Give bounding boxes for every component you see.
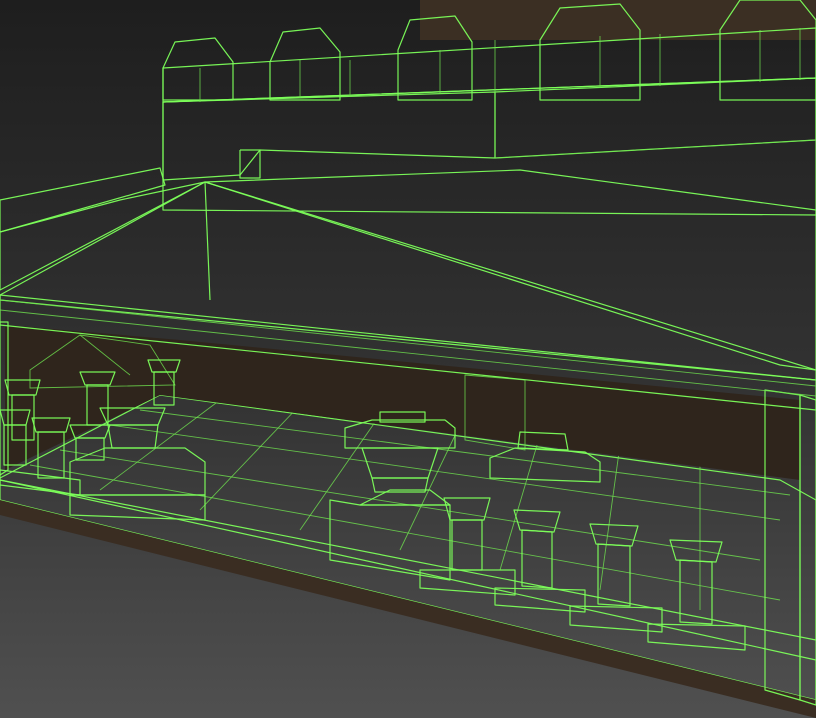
temple-wireframe-render (0, 0, 816, 718)
3d-viewport[interactable] (0, 0, 816, 718)
